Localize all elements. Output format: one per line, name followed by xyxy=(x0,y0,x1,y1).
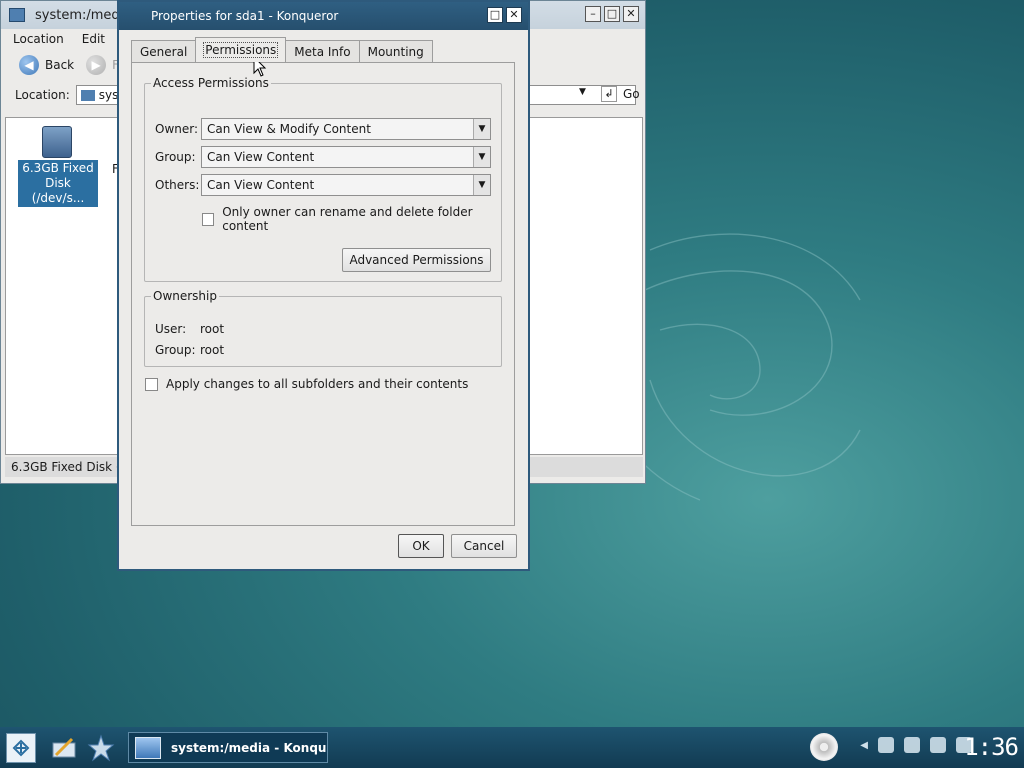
forward-arrow-icon[interactable]: ▶ xyxy=(86,55,107,75)
ok-button[interactable]: OK xyxy=(398,534,444,558)
maximize-icon[interactable]: □ xyxy=(604,6,620,22)
tab-mounting[interactable]: Mounting xyxy=(358,40,433,62)
tray-expand-icon[interactable]: ◀ xyxy=(860,740,868,751)
chevron-down-icon[interactable]: ▼ xyxy=(473,147,490,167)
desktop-icon[interactable] xyxy=(50,733,80,763)
others-permission-select[interactable]: Can View Content ▼ xyxy=(201,174,491,196)
access-permissions-title: Access Permissions xyxy=(151,76,271,90)
owner-user-label: User: xyxy=(155,322,187,336)
dialog-titlebar[interactable]: Properties for sda1 - Konqueror □ ✕ xyxy=(119,2,528,30)
volume-icon[interactable] xyxy=(930,737,946,753)
taskbar-task-label: system:/media - Konqueror xyxy=(171,740,327,755)
cancel-button[interactable]: Cancel xyxy=(451,534,517,558)
computer-icon xyxy=(135,736,161,759)
tab-general-label: General xyxy=(140,45,188,59)
ownership-title: Ownership xyxy=(151,289,219,303)
group-label: Group: xyxy=(155,150,196,164)
disk-item-label-line2: Disk (/dev/s... xyxy=(31,176,85,205)
others-permission-value: Can View Content xyxy=(207,178,315,192)
cd-rom-icon[interactable] xyxy=(810,733,838,761)
others-label: Others: xyxy=(155,178,200,192)
only-owner-checkbox[interactable] xyxy=(202,212,215,226)
taskbar: system:/media - Konqueror ◀ 1:36 xyxy=(0,727,1024,768)
only-owner-label: Only owner can rename and delete folder … xyxy=(222,205,473,233)
properties-dialog: Properties for sda1 - Konqueror □ ✕ Gene… xyxy=(117,0,530,571)
tab-permissions-label: Permissions xyxy=(203,42,279,58)
system-tray: ◀ xyxy=(860,737,972,753)
taskbar-task-konqueror[interactable]: system:/media - Konqueror xyxy=(128,732,328,763)
owner-group-value: root xyxy=(200,343,225,357)
go-icon[interactable]: ↲ xyxy=(601,86,617,102)
back-button-label[interactable]: Back xyxy=(45,58,74,72)
owner-user-value: root xyxy=(200,322,225,336)
tab-permissions[interactable]: Permissions xyxy=(195,37,287,62)
disk-item-label-line1: 6.3GB Fixed xyxy=(22,161,94,175)
owner-permission-select[interactable]: Can View & Modify Content ▼ xyxy=(201,118,491,140)
chevron-down-icon[interactable]: ▼ xyxy=(473,175,490,195)
network-icon[interactable] xyxy=(904,737,920,753)
disk-item-label[interactable]: 6.3GB Fixed Disk (/dev/s... xyxy=(18,160,98,207)
only-owner-checkbox-row[interactable]: Only owner can rename and delete folder … xyxy=(202,205,501,233)
owner-permission-value: Can View & Modify Content xyxy=(207,122,371,136)
ownership-group: Ownership User: root Group: root xyxy=(144,289,502,367)
tab-meta-info-label: Meta Info xyxy=(294,45,351,59)
apply-recursive-checkbox-row[interactable]: Apply changes to all subfolders and thei… xyxy=(145,377,468,391)
apply-recursive-label: Apply changes to all subfolders and thei… xyxy=(166,377,469,391)
go-button-label[interactable]: Go xyxy=(623,87,640,101)
location-computer-icon xyxy=(80,89,95,101)
menu-edit[interactable]: Edit xyxy=(82,32,105,46)
minimize-icon[interactable]: – xyxy=(585,6,601,22)
apply-recursive-checkbox[interactable] xyxy=(145,377,158,391)
advanced-permissions-button[interactable]: Advanced Permissions xyxy=(342,248,491,272)
maximize-icon[interactable]: □ xyxy=(487,7,503,23)
tab-meta-info[interactable]: Meta Info xyxy=(285,40,360,62)
owner-label: Owner: xyxy=(155,122,199,136)
close-icon[interactable]: ✕ xyxy=(506,7,522,23)
chevron-down-icon[interactable]: ▼ xyxy=(473,119,490,139)
access-permissions-group: Access Permissions Owner: Can View & Mod… xyxy=(144,76,502,282)
location-label: Location: xyxy=(15,88,70,102)
konqueror-launcher-icon[interactable] xyxy=(86,733,116,763)
tab-mounting-label: Mounting xyxy=(367,45,424,59)
kmenu-icon[interactable] xyxy=(6,733,36,763)
hard-disk-icon[interactable] xyxy=(42,126,72,158)
permissions-panel: Access Permissions Owner: Can View & Mod… xyxy=(131,62,515,526)
tab-bar: General Permissions Meta Info Mounting xyxy=(131,37,433,62)
close-icon[interactable]: ✕ xyxy=(623,6,639,22)
back-arrow-icon[interactable]: ◀ xyxy=(19,55,39,75)
menu-location[interactable]: Location xyxy=(13,32,64,46)
konqueror-app-icon xyxy=(9,8,25,22)
dialog-title: Properties for sda1 - Konqueror xyxy=(151,9,339,23)
group-permission-select[interactable]: Can View Content ▼ xyxy=(201,146,491,168)
tab-general[interactable]: General xyxy=(131,40,197,62)
owner-group-label: Group: xyxy=(155,343,196,357)
group-permission-value: Can View Content xyxy=(207,150,315,164)
location-dropdown-icon[interactable]: ▼ xyxy=(579,87,586,97)
clock[interactable]: 1:36 xyxy=(964,733,1019,761)
klipper-icon[interactable] xyxy=(878,737,894,753)
